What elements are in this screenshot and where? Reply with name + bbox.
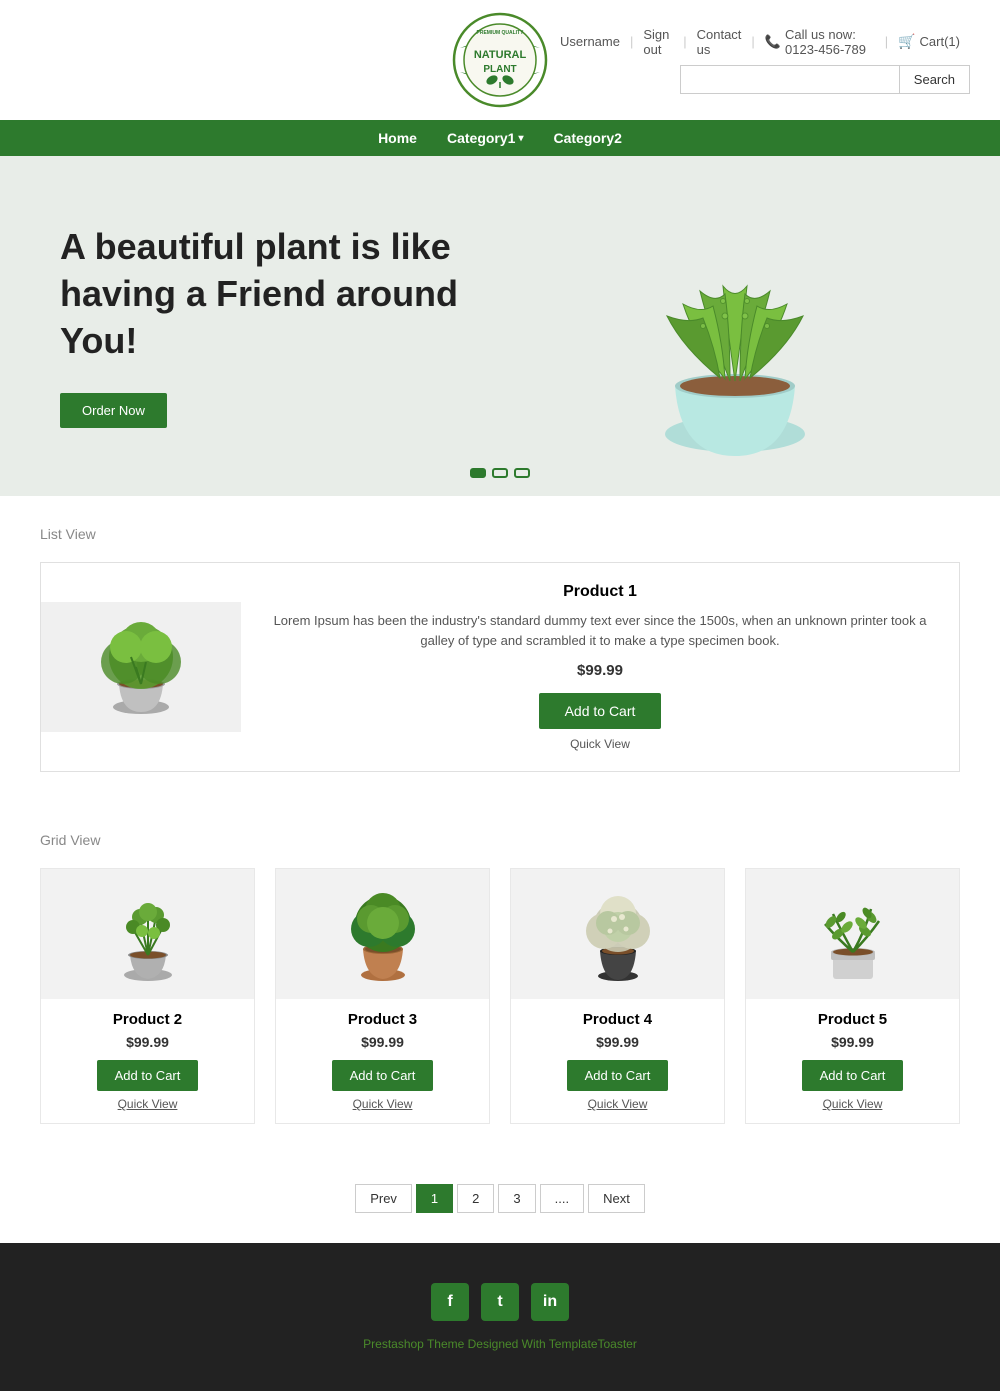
grid-quick-view-1-link[interactable]: Quick View [41, 1097, 254, 1111]
grid-item-4: Product 5 $99.99 Add to Cart Quick View [745, 868, 960, 1124]
list-item-info: Product 1 Lorem Ipsum has been the indus… [241, 563, 959, 771]
sign-out-link[interactable]: Sign out [633, 27, 683, 57]
grid-plant-4-svg [803, 879, 903, 989]
next-page-button[interactable]: Next [588, 1184, 645, 1213]
grid-plant-1-svg [98, 879, 198, 989]
grid-product-1-title: Product 2 [41, 1011, 254, 1028]
list-view-section: List View [0, 496, 1000, 802]
grid-product-3-title: Product 4 [511, 1011, 724, 1028]
grid-item-2: Product 3 $99.99 Add to Cart Quick View [275, 868, 490, 1124]
cart-link[interactable]: 🛒 Cart(1) [888, 33, 970, 50]
list-view-label: List View [40, 526, 960, 542]
svg-text:NATURAL: NATURAL [474, 49, 527, 61]
grid-quick-view-3-link[interactable]: Quick View [511, 1097, 724, 1111]
grid-view-label: Grid View [40, 832, 960, 848]
prev-page-button[interactable]: Prev [355, 1184, 412, 1213]
list-quick-view-link[interactable]: Quick View [271, 737, 929, 751]
hero-banner: A beautiful plant is like having a Frien… [0, 156, 1000, 496]
list-item-image [41, 602, 241, 732]
linkedin-button[interactable]: in [531, 1283, 569, 1321]
hero-text: A beautiful plant is like having a Frien… [0, 184, 530, 467]
nav-bar: Home Category1 ▾ Category2 [0, 120, 1000, 156]
list-item: Product 1 Lorem Ipsum has been the indus… [40, 562, 960, 772]
nav-category2[interactable]: Category2 [553, 130, 621, 146]
list-add-to-cart-button[interactable]: Add to Cart [539, 693, 662, 729]
list-product-desc: Lorem Ipsum has been the industry's stan… [271, 611, 929, 650]
grid-plant-3-svg [568, 879, 668, 989]
grid-item-2-image [276, 869, 489, 999]
grid-quick-view-2-link[interactable]: Quick View [276, 1097, 489, 1111]
facebook-button[interactable]: f [431, 1283, 469, 1321]
grid-add-to-cart-1-button[interactable]: Add to Cart [97, 1060, 199, 1091]
page-1-button[interactable]: 1 [416, 1184, 453, 1213]
page-2-button[interactable]: 2 [457, 1184, 494, 1213]
chevron-down-icon: ▾ [518, 133, 523, 144]
grid-add-to-cart-3-button[interactable]: Add to Cart [567, 1060, 669, 1091]
list-product-price: $99.99 [271, 662, 929, 679]
header-top: PREMIUM QUALITY NATURAL PLANT Username |… [0, 0, 1000, 120]
logo: PREMIUM QUALITY NATURAL PLANT [450, 10, 550, 110]
grid-item-1: Product 2 $99.99 Add to Cart Quick View [40, 868, 255, 1124]
twitter-button[interactable]: t [481, 1283, 519, 1321]
dot-3[interactable] [514, 468, 530, 478]
hero-dots [470, 468, 530, 478]
username-link[interactable]: Username [550, 34, 630, 49]
phone-link[interactable]: 📞 Call us now: 0123-456-789 [755, 27, 885, 57]
search-bar: Search [680, 65, 970, 94]
grid-item-3-image [511, 869, 724, 999]
grid-quick-view-4-link[interactable]: Quick View [746, 1097, 959, 1111]
grid-view-section: Grid View [0, 802, 1000, 1154]
grid-product-2-price: $99.99 [276, 1034, 489, 1050]
order-now-button[interactable]: Order Now [60, 393, 167, 428]
header-right: Username | Sign out | Contact us | 📞 Cal… [550, 27, 970, 94]
footer: f t in Prestashop Theme Designed With Te… [0, 1243, 1000, 1391]
svg-text:PREMIUM QUALITY: PREMIUM QUALITY [477, 30, 525, 36]
logo-svg: PREMIUM QUALITY NATURAL PLANT [450, 10, 550, 110]
list-plant-svg [81, 612, 201, 722]
hero-image-area [530, 166, 1000, 486]
grid-plant-2-svg [333, 879, 433, 989]
footer-social: f t in [0, 1283, 1000, 1321]
search-input[interactable] [680, 65, 900, 94]
grid-item-4-image [746, 869, 959, 999]
header: PREMIUM QUALITY NATURAL PLANT Username |… [0, 0, 1000, 156]
search-button[interactable]: Search [900, 65, 970, 94]
grid-product-2-title: Product 3 [276, 1011, 489, 1028]
list-product-title: Product 1 [271, 583, 929, 601]
phone-icon: 📞 [765, 34, 781, 50]
grid-view: Product 2 $99.99 Add to Cart Quick View [40, 868, 960, 1124]
grid-product-3-price: $99.99 [511, 1034, 724, 1050]
grid-product-4-price: $99.99 [746, 1034, 959, 1050]
page-ellipsis-button[interactable]: .... [540, 1184, 584, 1213]
grid-product-4-title: Product 5 [746, 1011, 959, 1028]
pagination: Prev 1 2 3 .... Next [0, 1154, 1000, 1243]
footer-credit: Prestashop Theme Designed With TemplateT… [0, 1337, 1000, 1351]
grid-add-to-cart-2-button[interactable]: Add to Cart [332, 1060, 434, 1091]
hero-plant-image [595, 186, 875, 486]
grid-product-1-price: $99.99 [41, 1034, 254, 1050]
header-links: Username | Sign out | Contact us | 📞 Cal… [550, 27, 970, 57]
grid-add-to-cart-4-button[interactable]: Add to Cart [802, 1060, 904, 1091]
nav-category1[interactable]: Category1 ▾ [447, 130, 524, 146]
contact-link[interactable]: Contact us [687, 27, 752, 57]
dot-2[interactable] [492, 468, 508, 478]
svg-text:PLANT: PLANT [483, 64, 516, 75]
grid-item-1-image [41, 869, 254, 999]
cart-icon: 🛒 [898, 33, 915, 50]
nav-home[interactable]: Home [378, 130, 417, 146]
page-3-button[interactable]: 3 [498, 1184, 535, 1213]
dot-1[interactable] [470, 468, 486, 478]
grid-item-3: Product 4 $99.99 Add to Cart Quick View [510, 868, 725, 1124]
hero-title: A beautiful plant is like having a Frien… [60, 224, 470, 364]
